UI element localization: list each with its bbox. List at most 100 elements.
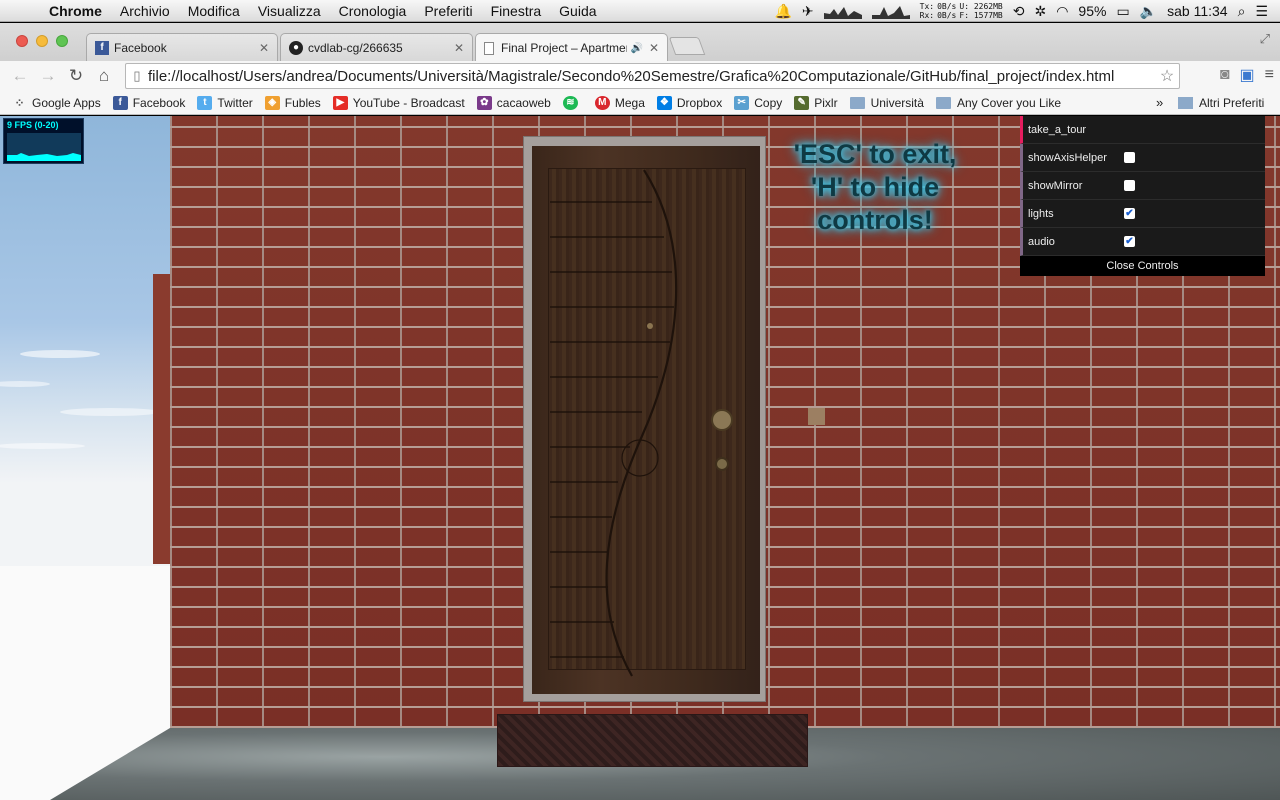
- bookmarks-overflow-chevron[interactable]: »: [1156, 95, 1163, 110]
- chrome-menu-icon[interactable]: ≡: [1265, 66, 1274, 84]
- bookmark-label: Mega: [614, 95, 645, 110]
- macos-menubar: Chrome Archivio Modifica Visualizza Cron…: [0, 0, 1280, 22]
- network-stats[interactable]: Tx: Rx: 0B/s 0B/s U: 2262MB F: 1577MB: [920, 2, 1003, 20]
- other-bookmarks[interactable]: Altri Preferiti: [1178, 96, 1264, 110]
- tab-github[interactable]: ● cvdlab-cg/266635 ✕: [280, 33, 473, 61]
- control-take-a-tour[interactable]: take_a_tour: [1020, 116, 1265, 144]
- show-axis-helper-checkbox[interactable]: [1124, 152, 1135, 163]
- control-show-mirror[interactable]: showMirror: [1020, 172, 1265, 200]
- battery-percent[interactable]: 95%: [1078, 3, 1106, 19]
- bookmark-label: Copy: [754, 95, 783, 110]
- tab-close-icon[interactable]: ✕: [649, 41, 659, 55]
- menu-modifica[interactable]: Modifica: [179, 3, 249, 19]
- other-bookmarks-label: Altri Preferiti: [1199, 96, 1265, 110]
- time-machine-icon[interactable]: ⟲: [1013, 3, 1025, 20]
- document-icon: [484, 41, 494, 55]
- controls-panel: take_a_tour showAxisHelper showMirror li…: [1020, 116, 1265, 276]
- tx-label: Tx:: [919, 2, 935, 11]
- tab-facebook[interactable]: f Facebook ✕: [86, 33, 278, 61]
- twitter-icon: t: [197, 95, 213, 110]
- audio-checkbox[interactable]: ✔: [1124, 236, 1135, 247]
- bookmark-cacaoweb[interactable]: ✿ cacaoweb: [476, 95, 551, 110]
- menu-visualizza[interactable]: Visualizza: [249, 3, 330, 19]
- bookmark-label: Any Cover you Like: [956, 95, 1062, 110]
- bookmark-mega[interactable]: M Mega: [594, 95, 645, 110]
- control-show-axis-helper[interactable]: showAxisHelper: [1020, 144, 1265, 172]
- bookmark-label: Twitter: [217, 95, 253, 110]
- rx-rate: 0B/s: [937, 11, 957, 20]
- page-info-icon[interactable]: ▯: [126, 68, 148, 84]
- airplane-icon[interactable]: ✈: [802, 3, 814, 20]
- fps-stats-panel[interactable]: 9 FPS (0-20): [3, 118, 84, 164]
- apps-grid-icon: ⁘: [14, 95, 25, 110]
- volume-icon[interactable]: 🔈: [1140, 3, 1157, 20]
- notification-center-icon[interactable]: ☰: [1255, 3, 1268, 20]
- tab-title: cvdlab-cg/266635: [308, 40, 403, 55]
- webgl-canvas[interactable]: 9 FPS (0-20) 'ESC' to exit, 'H' to hide …: [0, 116, 1280, 800]
- bookmark-label: cacaoweb: [496, 95, 551, 110]
- cpu-graph-icon[interactable]: [823, 3, 862, 19]
- pixlr-icon: ✎: [794, 95, 810, 110]
- menu-cronologia[interactable]: Cronologia: [330, 3, 416, 19]
- bookmark-label: Google Apps: [32, 95, 101, 110]
- instructions-overlay: 'ESC' to exit, 'H' to hide controls!: [760, 138, 990, 237]
- bookmark-spotify[interactable]: ≋: [562, 95, 583, 110]
- clock[interactable]: sab 11:34: [1167, 3, 1227, 19]
- fps-label: 9 FPS (0-20): [7, 120, 59, 130]
- tab-close-icon[interactable]: ✕: [454, 41, 464, 55]
- battery-icon[interactable]: ▭: [1116, 3, 1129, 20]
- bookmark-folder-any-cover[interactable]: Any Cover you Like: [935, 95, 1062, 110]
- home-icon[interactable]: ⌂: [90, 66, 118, 86]
- browser-toolbar: ← → ↻ ⌂ ▯ file://localhost/Users/andrea/…: [0, 61, 1280, 91]
- github-icon: ●: [289, 40, 303, 55]
- menu-chrome[interactable]: Chrome: [40, 3, 111, 19]
- control-audio[interactable]: audio ✔: [1020, 228, 1265, 256]
- spotlight-search-icon[interactable]: ⌕: [1238, 3, 1246, 20]
- close-controls-button[interactable]: Close Controls: [1020, 256, 1265, 276]
- tab-final-project[interactable]: Final Project – Apartment 🔊 ✕: [475, 33, 668, 62]
- reload-icon[interactable]: ↻: [62, 66, 90, 86]
- bookmark-star-icon[interactable]: ☆: [1155, 66, 1179, 86]
- bookmark-twitter[interactable]: t Twitter: [197, 95, 253, 110]
- fullscreen-icon[interactable]: ⤢: [1260, 31, 1270, 47]
- youtube-icon: ▶: [332, 95, 348, 110]
- forward-arrow-icon[interactable]: →: [34, 66, 62, 86]
- instructions-line-1: 'ESC' to exit,: [793, 139, 957, 169]
- lights-checkbox[interactable]: ✔: [1124, 208, 1135, 219]
- bookmark-dropbox[interactable]: ❖ Dropbox: [656, 95, 722, 110]
- menu-preferiti[interactable]: Preferiti: [415, 3, 481, 19]
- network-graph-icon[interactable]: [871, 3, 910, 19]
- address-bar[interactable]: ▯ file://localhost/Users/andrea/Document…: [125, 63, 1180, 89]
- bookmark-facebook[interactable]: f Facebook: [112, 95, 185, 110]
- doorbell[interactable]: [808, 408, 825, 425]
- rx-label: Rx:: [919, 11, 935, 20]
- window-zoom-button[interactable]: [56, 35, 68, 47]
- notification-bell-icon[interactable]: 🔔: [774, 3, 791, 20]
- show-mirror-checkbox[interactable]: [1124, 180, 1135, 191]
- menu-guida[interactable]: Guida: [550, 3, 605, 19]
- bookmark-folder-universita[interactable]: Università: [849, 96, 924, 110]
- menu-archivio[interactable]: Archivio: [111, 3, 179, 19]
- bookmark-youtube[interactable]: ▶ YouTube - Broadcast Yourself: [332, 95, 465, 110]
- back-arrow-icon[interactable]: ←: [6, 66, 34, 86]
- bookmark-fubles[interactable]: ◈ Fubles: [264, 95, 321, 110]
- tab-title: Facebook: [114, 40, 167, 55]
- control-label: showMirror: [1028, 179, 1083, 192]
- new-tab-button[interactable]: [668, 37, 706, 55]
- tab-strip: f Facebook ✕ ● cvdlab-cg/266635 ✕ Final …: [0, 23, 1280, 62]
- chat-extension-icon[interactable]: ▣: [1240, 65, 1255, 85]
- bluetooth-icon[interactable]: ✲: [1034, 3, 1046, 20]
- menu-finestra[interactable]: Finestra: [482, 3, 551, 19]
- instructions-line-2: 'H' to hide: [810, 172, 940, 202]
- window-minimize-button[interactable]: [36, 35, 48, 47]
- wifi-icon[interactable]: ◠: [1056, 3, 1068, 20]
- pocket-icon[interactable]: ◙: [1220, 66, 1230, 84]
- bookmark-label: Pixlr: [814, 95, 838, 110]
- speaker-icon[interactable]: 🔊: [630, 43, 642, 54]
- bookmark-google-apps[interactable]: ⁘ Google Apps: [12, 95, 101, 110]
- bookmark-pixlr[interactable]: ✎ Pixlr: [794, 95, 838, 110]
- bookmark-copy[interactable]: ✂ Copy: [734, 95, 783, 110]
- window-close-button[interactable]: [16, 35, 28, 47]
- tab-close-icon[interactable]: ✕: [259, 41, 269, 55]
- control-lights[interactable]: lights ✔: [1020, 200, 1265, 228]
